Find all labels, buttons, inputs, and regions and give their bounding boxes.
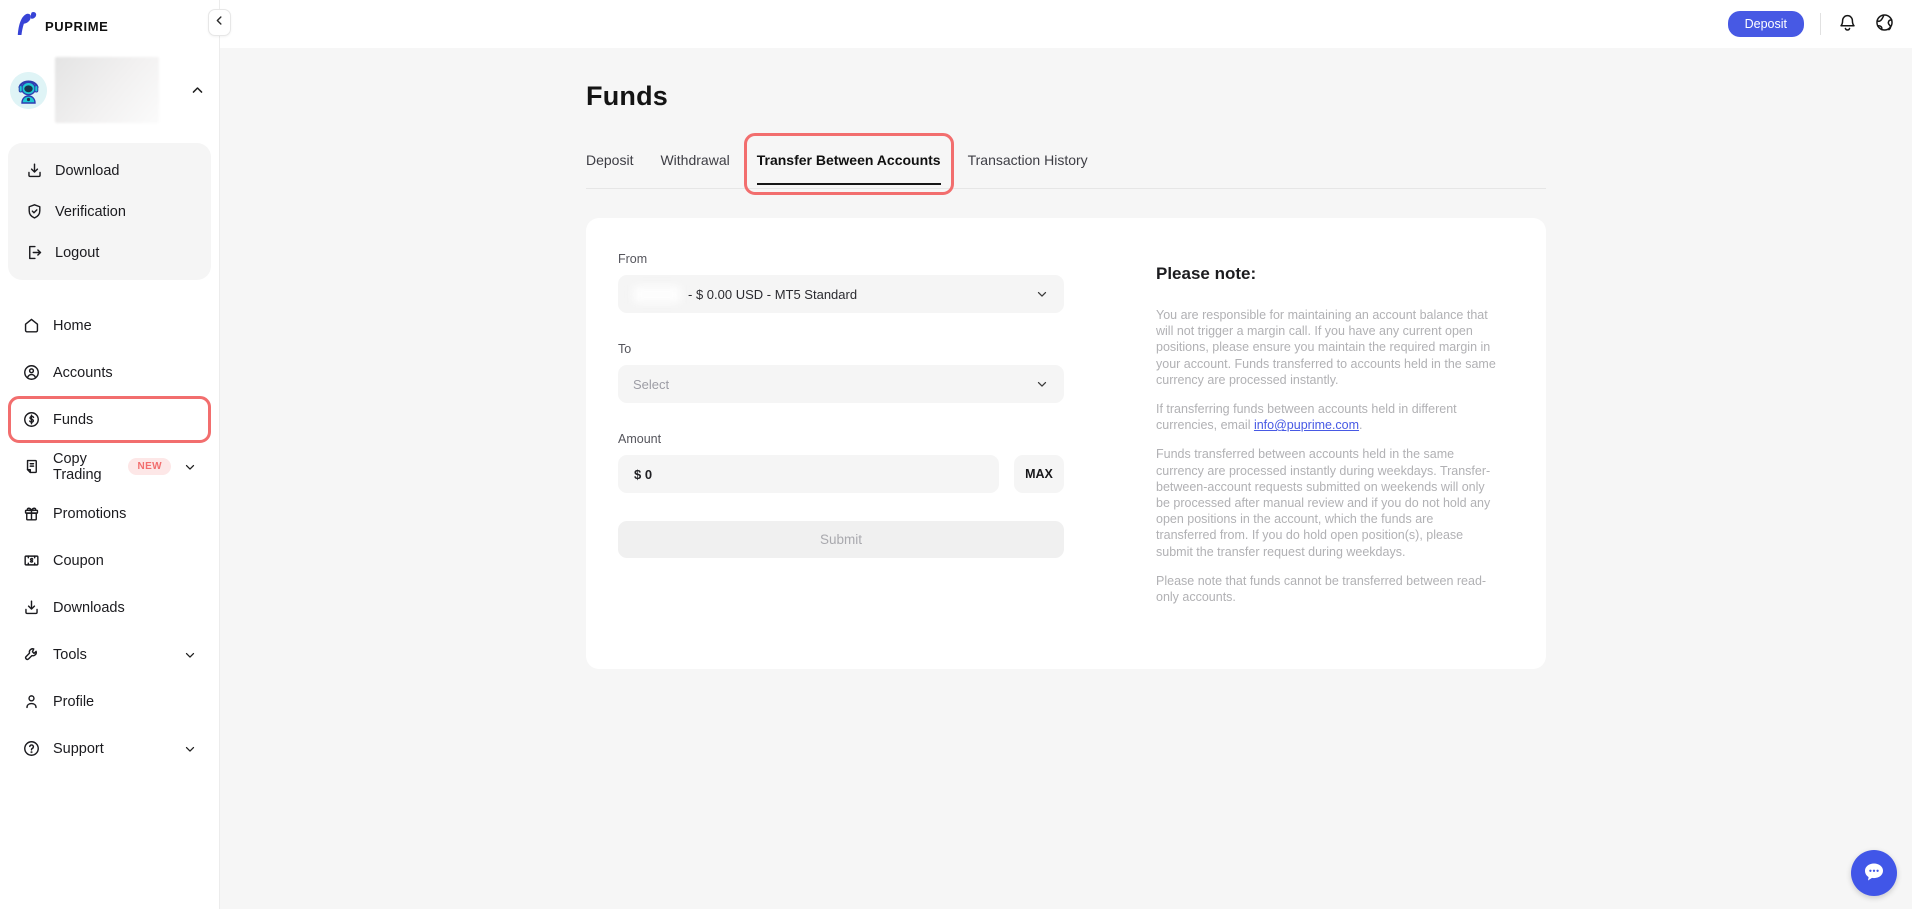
- account-number-redacted: [633, 286, 681, 303]
- sidebar-nav-item[interactable]: Funds: [8, 396, 211, 443]
- user-avatar: [10, 72, 47, 109]
- menu-item[interactable]: Logout: [8, 232, 211, 273]
- home-icon: [22, 316, 41, 335]
- help-circle-icon: [22, 739, 41, 758]
- chevron-down-icon[interactable]: [183, 460, 197, 474]
- gift-icon: [22, 504, 41, 523]
- sidebar-nav-item[interactable]: Accounts: [8, 349, 211, 396]
- brand-logo[interactable]: PUPRIME: [0, 0, 219, 41]
- nav-item-label: Downloads: [53, 600, 125, 616]
- funds-tabs: Deposit Withdrawal Transfer Between Acco…: [586, 152, 1546, 189]
- amount-input[interactable]: [618, 455, 999, 493]
- tab[interactable]: Transaction History: [968, 152, 1088, 168]
- tab-label: Transaction History: [968, 152, 1088, 168]
- wrench-icon: [22, 645, 41, 664]
- page-title: Funds: [586, 81, 1546, 112]
- user-info-redacted: [55, 57, 159, 123]
- tab-label: Transfer Between Accounts: [757, 152, 941, 168]
- sidebar-nav-item[interactable]: Copy Trading NEW: [8, 443, 211, 490]
- tab-label: Deposit: [586, 152, 633, 168]
- max-button[interactable]: MAX: [1014, 455, 1064, 493]
- chevron-down-icon: [1035, 377, 1049, 391]
- app-root: PUPRIME: [0, 0, 1912, 909]
- sidebar-nav-item[interactable]: Support: [8, 725, 211, 772]
- note-paragraph-2: If transferring funds between accounts h…: [1156, 401, 1496, 433]
- topbar: Deposit: [220, 0, 1912, 48]
- nav-item-label: Coupon: [53, 553, 104, 569]
- user-profile-row[interactable]: [0, 41, 219, 123]
- sidebar-nav-item[interactable]: Coupon: [8, 537, 211, 584]
- chevron-down-icon[interactable]: [183, 742, 197, 756]
- to-label: To: [618, 342, 1064, 356]
- globe-icon: [1874, 12, 1895, 36]
- please-note-section: Please note: You are responsible for mai…: [1156, 252, 1496, 669]
- account-menu: Download Verification Logout: [8, 143, 211, 280]
- chevron-left-icon: [213, 14, 226, 32]
- puprime-logo-icon: [13, 11, 38, 41]
- dollar-circle-icon: [22, 410, 41, 429]
- note-paragraph-3: Funds transferred between accounts held …: [1156, 446, 1496, 559]
- nav-item-label: Tools: [53, 647, 87, 663]
- tab[interactable]: Transfer Between Accounts: [757, 152, 941, 168]
- download-icon: [25, 161, 44, 180]
- note-paragraph-4: Please note that funds cannot be transfe…: [1156, 573, 1496, 605]
- transfer-card: From - $ 0.00 USD - MT5 Standard To: [586, 218, 1546, 669]
- menu-item[interactable]: Download: [8, 150, 211, 191]
- copy-trading-icon: [22, 457, 41, 476]
- shield-check-icon: [25, 202, 44, 221]
- nav-item-label: Support: [53, 741, 104, 757]
- user-circle-icon: [22, 363, 41, 382]
- main-area: Deposit: [220, 0, 1912, 909]
- notifications-button[interactable]: [1837, 12, 1858, 36]
- logout-icon: [25, 243, 44, 262]
- sidebar-collapse-button[interactable]: [208, 9, 231, 36]
- amount-label: Amount: [618, 432, 1064, 446]
- to-account-select[interactable]: Select: [618, 365, 1064, 403]
- sidebar: PUPRIME: [0, 0, 220, 909]
- sidebar-nav-item[interactable]: Profile: [8, 678, 211, 725]
- tab[interactable]: Deposit: [586, 152, 633, 168]
- email-link[interactable]: info@puprime.com: [1254, 418, 1359, 432]
- chevron-down-icon: [1035, 287, 1049, 301]
- from-account-value: - $ 0.00 USD - MT5 Standard: [688, 287, 857, 302]
- tab-label: Withdrawal: [660, 152, 729, 168]
- menu-item[interactable]: Verification: [8, 191, 211, 232]
- sidebar-nav-item[interactable]: Downloads: [8, 584, 211, 631]
- sidebar-nav-item[interactable]: Tools: [8, 631, 211, 678]
- menu-item-label: Logout: [55, 245, 99, 261]
- submit-button[interactable]: Submit: [618, 521, 1064, 558]
- transfer-form: From - $ 0.00 USD - MT5 Standard To: [618, 252, 1064, 669]
- nav-item-label: Accounts: [53, 365, 113, 381]
- deposit-button[interactable]: Deposit: [1728, 11, 1804, 37]
- chevron-down-icon[interactable]: [183, 648, 197, 662]
- note-paragraph-1: You are responsible for maintaining an a…: [1156, 307, 1496, 388]
- sidebar-nav: Home Accounts Funds Copy Trading N: [0, 302, 219, 772]
- chevron-up-icon[interactable]: [190, 83, 205, 98]
- to-account-placeholder: Select: [633, 377, 669, 392]
- menu-item-label: Download: [55, 163, 120, 179]
- new-badge: NEW: [128, 458, 171, 475]
- language-button[interactable]: [1874, 12, 1895, 36]
- download-icon: [22, 598, 41, 617]
- nav-item-label: Promotions: [53, 506, 126, 522]
- nav-item-label: Home: [53, 318, 92, 334]
- note-title: Please note:: [1156, 264, 1496, 284]
- nav-item-label: Copy Trading: [53, 451, 110, 483]
- live-chat-button[interactable]: [1851, 850, 1897, 896]
- person-icon: [22, 692, 41, 711]
- brand-name: PUPRIME: [45, 19, 108, 34]
- sidebar-nav-item[interactable]: Home: [8, 302, 211, 349]
- nav-item-label: Profile: [53, 694, 94, 710]
- chat-bubble-icon: [1861, 859, 1887, 888]
- from-account-select[interactable]: - $ 0.00 USD - MT5 Standard: [618, 275, 1064, 313]
- topbar-divider: [1820, 13, 1821, 35]
- sidebar-nav-item[interactable]: Promotions: [8, 490, 211, 537]
- bell-icon: [1837, 12, 1858, 36]
- content-area: Funds Deposit Withdrawal Transfer Betwee…: [220, 48, 1912, 909]
- menu-item-label: Verification: [55, 204, 126, 220]
- nav-item-label: Funds: [53, 412, 93, 428]
- coupon-icon: [22, 551, 41, 570]
- from-label: From: [618, 252, 1064, 266]
- tab[interactable]: Withdrawal: [660, 152, 729, 168]
